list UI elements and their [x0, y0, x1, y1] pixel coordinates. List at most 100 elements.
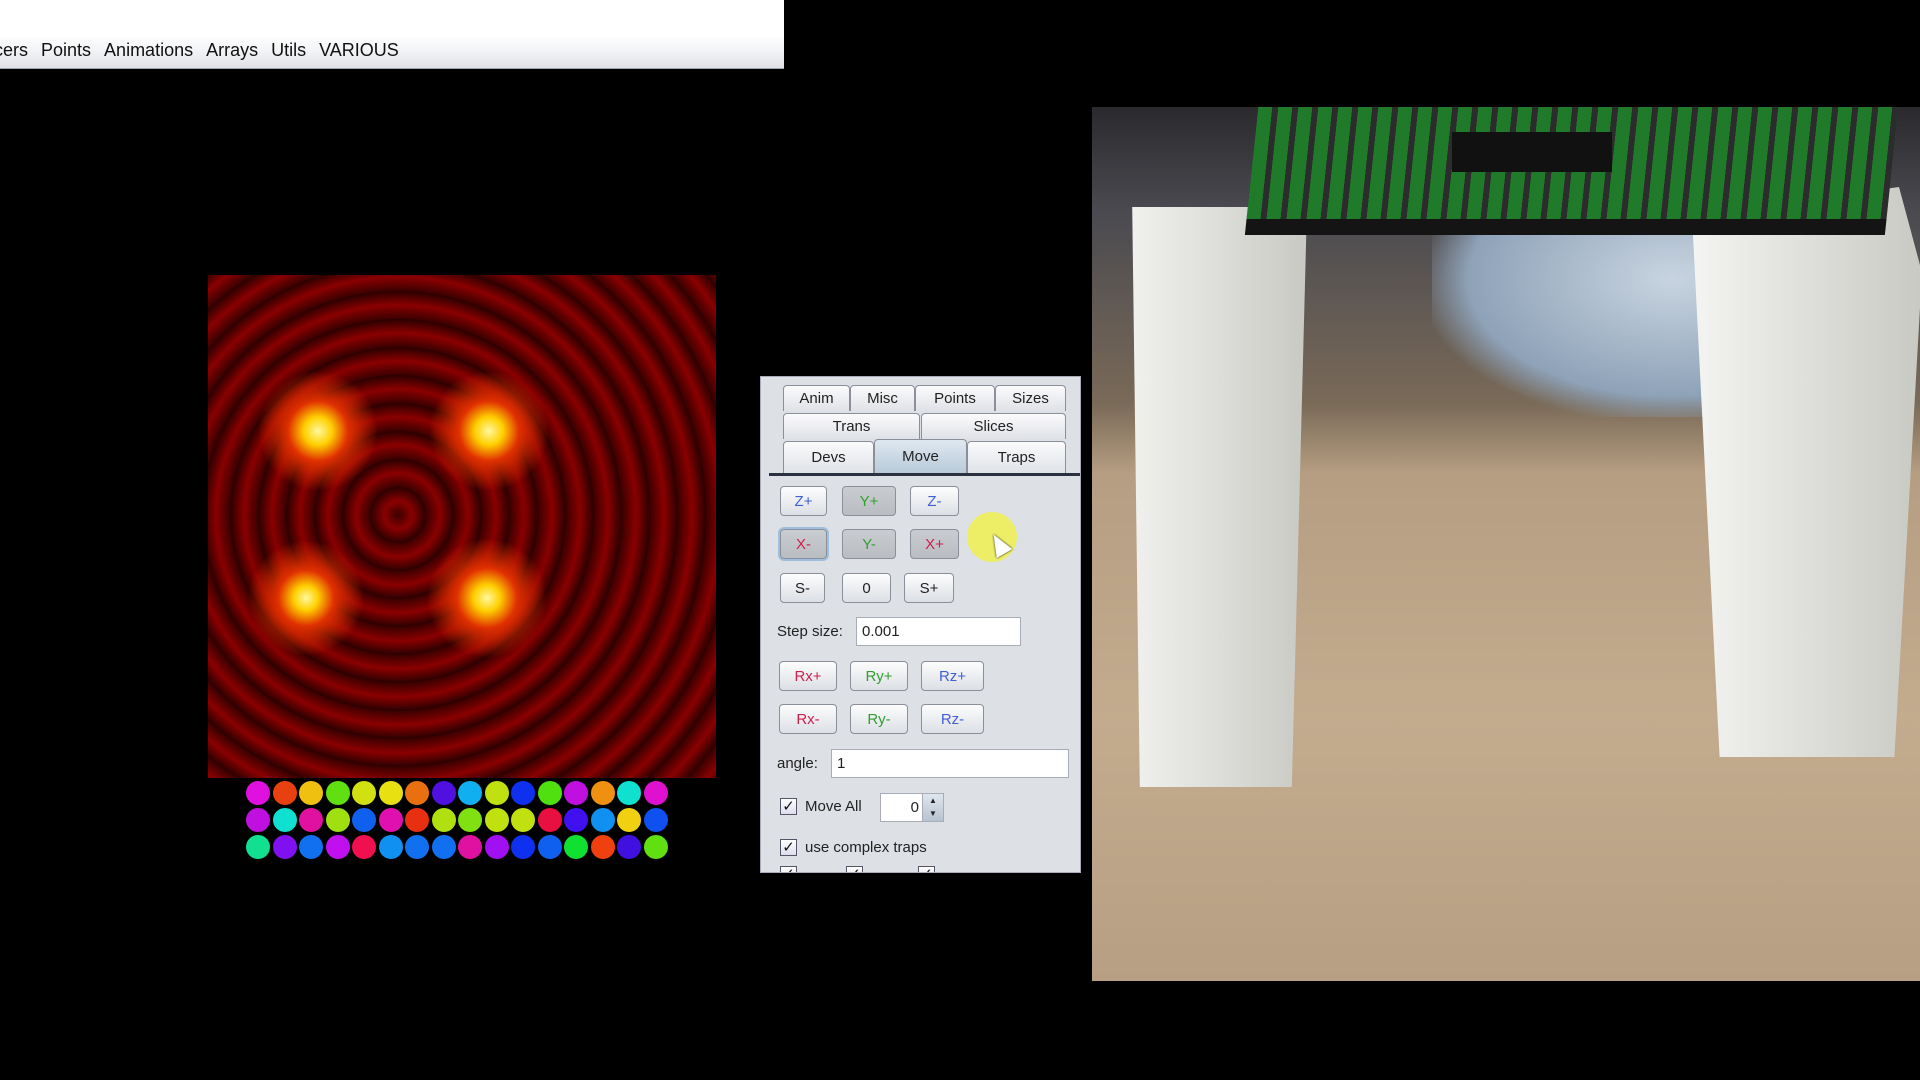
transducer-dot — [272, 781, 297, 805]
camera-feed-levitator — [1092, 107, 1920, 981]
transducer-dot — [299, 835, 323, 859]
transducer-dot — [431, 781, 456, 805]
spinner-arrows-icon[interactable]: ▲ ▼ — [922, 794, 943, 821]
move-all-spinner[interactable]: 0 ▲ ▼ — [880, 793, 944, 822]
ry-plus-button[interactable]: Ry+ — [850, 661, 908, 691]
transducer-dot — [352, 808, 376, 832]
transducer-dot — [484, 808, 509, 832]
transducer-dot — [617, 835, 641, 859]
transducer-dot — [378, 835, 403, 859]
complex-traps-label: use complex traps — [805, 839, 927, 856]
transducer-dot — [511, 835, 535, 859]
tab-traps[interactable]: Traps — [967, 441, 1066, 473]
transducer-dot — [537, 808, 562, 832]
transducer-dot — [431, 835, 456, 859]
transducer-dot — [272, 835, 297, 859]
transducer-dot — [378, 808, 403, 832]
transducer-dot — [458, 781, 482, 805]
s-plus-button[interactable]: S+ — [904, 573, 954, 603]
right-reflector-wall — [1692, 187, 1920, 757]
menu-item-cers[interactable]: cers — [0, 40, 28, 61]
menu-item-arrays[interactable]: Arrays — [206, 40, 258, 61]
transducer-dot — [564, 808, 588, 832]
transducer-dot — [246, 808, 270, 832]
z-plus-button[interactable]: Z+ — [780, 486, 827, 516]
transducer-dot — [246, 835, 270, 859]
transducer-dot — [617, 781, 641, 805]
transducer-dot — [537, 835, 562, 859]
transducer-dot — [352, 781, 376, 805]
transducer-dot — [643, 835, 668, 859]
rz-minus-button[interactable]: Rz- — [921, 704, 984, 734]
menu-item-various[interactable]: VARIOUS — [319, 40, 399, 61]
move-all-label: Move All — [805, 798, 862, 815]
x-minus-button[interactable]: X- — [780, 529, 827, 559]
rx-plus-button[interactable]: Rx+ — [779, 661, 837, 691]
microcontroller — [1452, 132, 1612, 172]
y-plus-button[interactable]: Y+ — [842, 486, 896, 516]
step-size-label: Step size: — [777, 623, 843, 640]
transducer-dot — [352, 835, 376, 859]
transducer-dot — [431, 808, 456, 832]
angle-input[interactable]: 1 — [831, 749, 1069, 778]
menu-bar: cers Points Animations Arrays Utils VARI… — [0, 0, 784, 69]
transducer-dot — [458, 808, 482, 832]
transducer-dot — [537, 781, 562, 805]
transducer-dot — [405, 808, 429, 832]
checkbox-partial[interactable]: ✓ — [846, 866, 863, 872]
transducer-dot — [590, 835, 615, 859]
control-panel: Anim Misc Points Sizes Trans Slices Devs… — [760, 376, 1081, 873]
tab-misc[interactable]: Misc — [850, 385, 915, 411]
y-minus-button[interactable]: Y- — [842, 529, 896, 559]
tab-anim[interactable]: Anim — [783, 385, 850, 411]
transducer-dot — [325, 808, 350, 832]
transducer-dot — [246, 781, 270, 805]
transducer-dot — [325, 835, 350, 859]
transducer-dot — [590, 781, 615, 805]
z-minus-button[interactable]: Z- — [910, 486, 959, 516]
transducer-dot — [299, 781, 323, 805]
left-reflector-wall — [1132, 207, 1307, 787]
transducer-dot — [617, 808, 641, 832]
tab-points[interactable]: Points — [915, 385, 995, 411]
tab-trans[interactable]: Trans — [783, 413, 920, 439]
transducer-dot — [511, 808, 535, 832]
x-plus-button[interactable]: X+ — [910, 529, 959, 559]
tab-slices[interactable]: Slices — [921, 413, 1066, 439]
move-all-value: 0 — [910, 799, 919, 816]
angle-label: angle: — [777, 755, 818, 772]
s-reset-button[interactable]: 0 — [842, 573, 891, 603]
move-all-checkbox[interactable]: ✓ — [780, 798, 797, 815]
menu-item-utils[interactable]: Utils — [271, 40, 306, 61]
transducer-dot — [590, 808, 615, 832]
tab-divider — [769, 473, 1080, 476]
transducer-dot — [643, 781, 668, 805]
transducer-dot — [511, 781, 535, 805]
step-size-input[interactable]: 0.001 — [856, 617, 1021, 646]
transducer-dot — [564, 835, 588, 859]
transducer-dot — [405, 781, 429, 805]
transducer-dot — [643, 808, 668, 832]
transducer-dot — [378, 781, 403, 805]
transducer-dot — [325, 781, 350, 805]
checkbox-partial[interactable]: ✓ — [780, 866, 797, 872]
menu-item-animations[interactable]: Animations — [104, 40, 193, 61]
transducer-dot — [272, 808, 297, 832]
checkbox-partial[interactable]: ✓ — [918, 866, 935, 872]
transducer-dot — [484, 781, 509, 805]
transducer-dot — [405, 835, 429, 859]
transducer-dot — [564, 781, 588, 805]
ry-minus-button[interactable]: Ry- — [850, 704, 908, 734]
tab-sizes[interactable]: Sizes — [995, 385, 1066, 411]
tab-devs[interactable]: Devs — [783, 441, 874, 473]
transducer-dot — [458, 835, 482, 859]
tab-move[interactable]: Move — [874, 439, 967, 473]
acoustic-field-heatmap — [208, 275, 716, 778]
menu-item-points[interactable]: Points — [41, 40, 91, 61]
rz-plus-button[interactable]: Rz+ — [921, 661, 984, 691]
complex-traps-checkbox[interactable]: ✓ — [780, 839, 797, 856]
transducer-dot — [484, 835, 509, 859]
rx-minus-button[interactable]: Rx- — [779, 704, 837, 734]
s-minus-button[interactable]: S- — [780, 573, 825, 603]
transducer-dot — [299, 808, 323, 832]
